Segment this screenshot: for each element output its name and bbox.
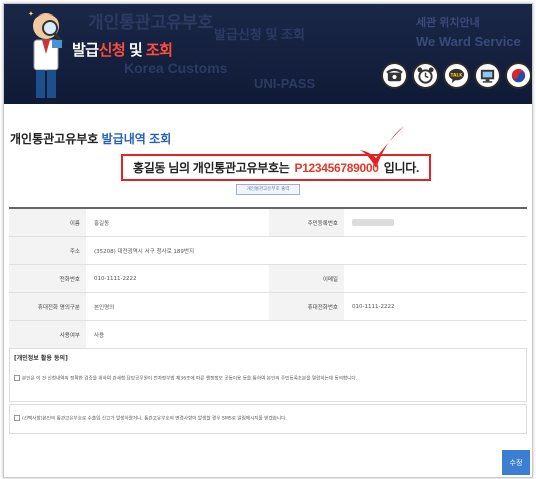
- mobile-owner-label: 휴대전화 명의구분: [9, 293, 86, 320]
- address-value: (35208) 대전광역시 서구 청사로 189번지: [94, 248, 194, 255]
- rrn-label: 주민등록번호: [269, 209, 344, 236]
- banner-bg-text: 세관 위치안내: [416, 17, 480, 29]
- banner-bg-text: Korea Customs: [124, 60, 228, 76]
- notice-prefix: 홍길동 님의 개인통관고유부호는: [133, 161, 290, 175]
- customs-code-notice: 홍길동 님의 개인통관고유부호는 P123456789000 입니다.: [121, 154, 431, 181]
- svg-text:✦: ✦: [28, 10, 34, 18]
- usage-value: 사용: [94, 332, 105, 339]
- talk-icon[interactable]: TALK: [443, 62, 470, 89]
- modify-button[interactable]: 수정: [502, 450, 530, 475]
- header-title-apply: 신청: [98, 42, 126, 59]
- korea-emblem-icon[interactable]: [505, 62, 532, 89]
- agreement-item: 본인은 이 건 신청내역의 정확한 검증을 위하여 관세청 담당공무원이 전자정…: [14, 375, 357, 382]
- applicant-info-table: 이름 홍길동 주민등록번호 주소 (35208) 대전광역시 서구 청사로 18…: [9, 207, 527, 349]
- notice-suffix: 입니다.: [383, 161, 420, 175]
- phone-icon[interactable]: [381, 62, 408, 89]
- agreement-title: [개인정보 활용 동의]: [14, 355, 68, 362]
- customs-officer-mascot: ✦: [28, 10, 64, 98]
- table-row: 전화번호 010-1111-2222 이메일: [9, 265, 527, 293]
- monitor-icon[interactable]: [474, 62, 501, 89]
- banner-bg-text: We Ward Service: [416, 34, 521, 49]
- window-frame: 개인통관고유부호 발급신청 및 조회 Korea Customs UNI-PAS…: [3, 3, 533, 478]
- table-row: 이름 홍길동 주민등록번호: [9, 209, 527, 237]
- agreement-checkbox[interactable]: [14, 375, 20, 381]
- sms-optional-text: (선택사항)본인의 통관고유부호로 수출입 신고가 발생하였거나, 통관고유부호…: [22, 416, 287, 422]
- alarm-clock-icon[interactable]: [412, 62, 439, 89]
- header-title-issue: 발급: [72, 42, 99, 59]
- banner-bg-text: UNI-PASS: [254, 76, 316, 91]
- mobile-owner-value: 본인명의: [94, 304, 115, 311]
- banner-bg-text: 개인통관고유부호: [88, 13, 214, 32]
- header-title-and: 및: [128, 42, 143, 59]
- table-row: 사용여부 사용: [9, 321, 527, 349]
- talk-icon-label: TALK: [451, 72, 464, 78]
- agreement-text: 본인은 이 건 신청내역의 정확한 검증을 위하여 관세청 담당공무원이 전자정…: [22, 376, 358, 382]
- sms-checkbox[interactable]: [14, 415, 20, 421]
- quick-menu-icons: TALK: [381, 62, 532, 92]
- phone-label: 전화번호: [9, 265, 86, 292]
- sms-optional-section: (선택사항)본인의 통관고유부호로 수출입 신고가 발생하였거나, 통관고유부호…: [9, 404, 527, 434]
- table-row: 주소 (35208) 대전광역시 서구 청사로 189번지: [9, 237, 527, 265]
- sms-optional-item: (선택사항)본인의 통관고유부호로 수출입 신고가 발생하였거나, 통관고유부호…: [14, 415, 287, 422]
- mobile-label: 휴대전화번호: [269, 293, 344, 320]
- name-value: 홍길동: [94, 220, 110, 227]
- phone-value: 010-1111-2222: [94, 275, 137, 282]
- usage-label: 사용여부: [9, 321, 86, 348]
- header-title-inquiry: 조회: [145, 42, 173, 59]
- rrn-masked: [352, 219, 394, 226]
- customs-code-number: P123456789000: [294, 160, 379, 175]
- rrn-value: [344, 209, 527, 236]
- privacy-agreement-section: [개인정보 활용 동의] 본인은 이 건 신청내역의 정확한 검증을 위하여 관…: [9, 348, 527, 402]
- print-customs-code-button[interactable]: 개인통관고유부호 출력: [236, 184, 300, 195]
- header-title: 발급신청 및 조회: [72, 39, 173, 60]
- banner-bg-text: 발급신청 및 조회: [214, 27, 305, 42]
- page-title-sub: 발급내역 조회: [101, 132, 172, 146]
- mobile-value: 010-1111-2222: [352, 303, 395, 310]
- table-row: 휴대전화 명의구분 본인명의 휴대전화번호 010-1111-2222: [9, 293, 527, 321]
- email-label: 이메일: [269, 265, 344, 292]
- name-label: 이름: [9, 209, 86, 236]
- address-label: 주소: [9, 237, 86, 264]
- page-title-main: 개인통관고유부호: [10, 132, 99, 146]
- page-title: 개인통관고유부호 발급내역 조회: [10, 130, 171, 147]
- email-value: [344, 265, 527, 292]
- header-banner: 개인통관고유부호 발급신청 및 조회 Korea Customs UNI-PAS…: [4, 4, 532, 104]
